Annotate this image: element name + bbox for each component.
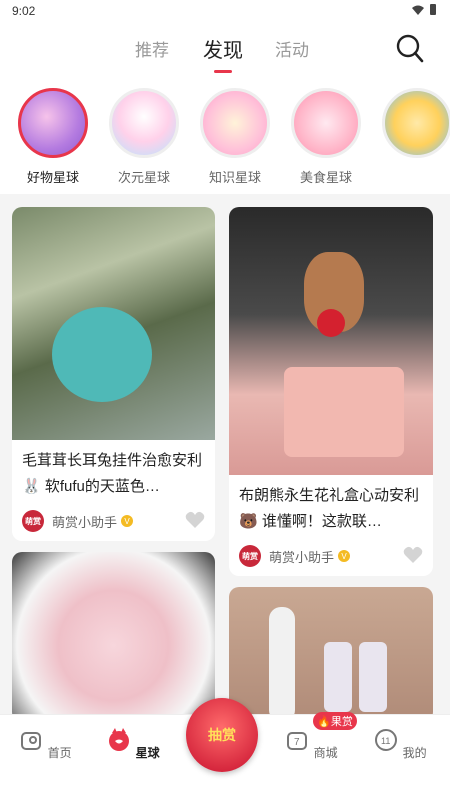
planet-goods-image [18,88,88,158]
post-image [12,207,215,440]
tab-recommend[interactable]: 推荐 [135,36,169,61]
plush-rabbit-image [52,307,152,402]
gift-box-image [284,367,404,457]
verified-icon: V [338,550,351,562]
mall-icon: 7 [287,732,308,750]
status-icons [412,4,436,15]
planet-anime-image [109,88,179,158]
nav-label: 我的 [402,746,427,760]
planet-label: 知识星球 [208,170,261,185]
author-name[interactable]: 萌赏小助手 [52,512,117,531]
verified-icon: V [121,515,134,527]
post-card[interactable] [12,552,215,722]
post-title: 布朗熊永生花礼盒心动安利🐻 谁懂啊！这款联… [239,487,420,530]
search-icon[interactable] [396,34,424,64]
post-meta: 萌赏 萌赏小助手 V [239,545,423,567]
post-title: 毛茸茸长耳兔挂件治愈安利🐰 软fufu的天蓝色… [22,452,203,495]
avatar[interactable]: 萌赏 [22,510,44,532]
nav-home[interactable]: 首页 [15,727,75,761]
svg-text:11: 11 [381,736,390,746]
lottery-button[interactable]: 抽赏 [186,698,258,772]
nav-mine[interactable]: 11 我的 [370,727,430,761]
post-card[interactable] [229,587,433,722]
post-image [229,207,433,475]
heart-icon[interactable] [403,546,423,564]
tab-activity[interactable]: 活动 [275,36,309,61]
author-name[interactable]: 萌赏小助手 [269,547,334,566]
lottery-label: 抽赏 [208,727,236,743]
nav-planet[interactable]: 星球 [103,727,163,761]
mall-promo-badge: 🔥果赏 [313,712,357,730]
battery-icon [430,4,436,15]
planet-food[interactable]: 美食星球 [289,88,363,186]
status-time: 9:02 [12,4,36,18]
brush-head-image [324,642,352,712]
rose-image [317,309,345,337]
planet-knowledge[interactable]: 知识星球 [198,88,272,186]
status-bar: 9:02 [0,0,450,24]
svg-text:7: 7 [294,737,300,748]
planet-icon [109,728,130,751]
post-card[interactable]: 布朗熊永生花礼盒心动安利🐻 谁懂啊！这款联… 萌赏 萌赏小助手 V [229,207,433,576]
nav-label: 商城 [313,746,338,760]
planet-knowledge-image [200,88,270,158]
planet-row: 好物星球 次元星球 知识星球 美食星球 [0,82,450,194]
planet-label: 次元星球 [117,170,170,185]
top-nav: 推荐 发现 活动 [0,24,450,82]
planet-anime[interactable]: 次元星球 [107,88,181,186]
flower-bouquet-image [12,552,215,722]
planet-label: 美食星球 [299,170,352,185]
nav-label: 星球 [135,746,160,760]
post-card[interactable]: 毛茸茸长耳兔挂件治愈安利🐰 软fufu的天蓝色… 萌赏 萌赏小助手 V [12,207,215,541]
wifi-icon [412,5,424,15]
tab-discover[interactable]: 发现 [203,34,243,63]
planet-label: 好物星球 [26,170,79,185]
nav-label: 首页 [47,746,72,760]
brush-head-image [359,642,387,712]
planet-food-image [291,88,361,158]
toothbrush-image [229,587,433,722]
profile-icon: 11 [375,729,398,751]
home-icon [21,732,42,750]
toothbrush-handle-image [269,607,295,722]
planet-more-image [382,88,450,158]
planet-more[interactable] [380,88,450,167]
nav-mall[interactable]: 7 商城 [281,727,341,761]
avatar[interactable]: 萌赏 [239,545,261,567]
planet-goods[interactable]: 好物星球 [16,88,90,186]
post-meta: 萌赏 萌赏小助手 V [22,510,205,532]
heart-icon[interactable] [185,511,205,529]
